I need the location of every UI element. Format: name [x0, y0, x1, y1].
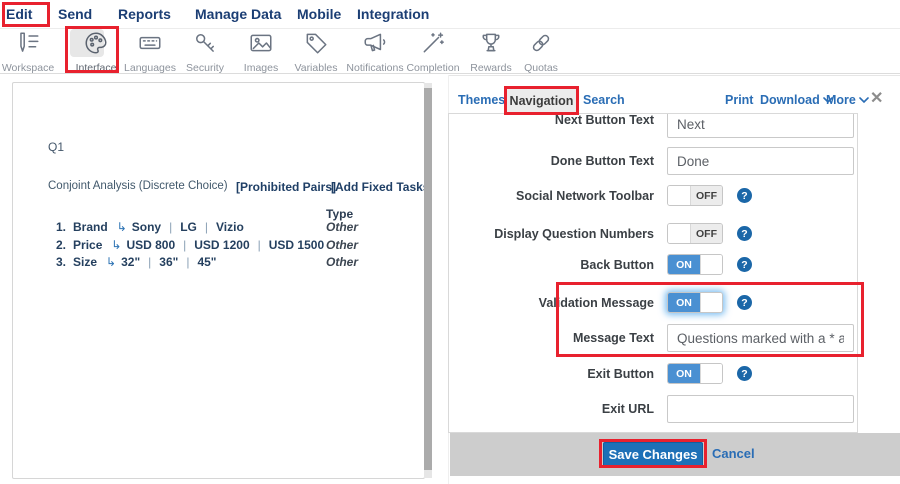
add-fixed-tasks-link[interactable]: [Add Fixed Tasks: [331, 180, 425, 194]
image-icon: [248, 30, 274, 56]
form-row: Exit Button ON ?: [449, 363, 857, 393]
row-type: Other: [326, 220, 358, 234]
question-code: Q1: [48, 140, 64, 154]
more-link[interactable]: More: [826, 93, 869, 107]
field-label: Display Question Numbers: [494, 227, 654, 241]
help-icon[interactable]: ?: [737, 295, 752, 310]
attribute-row: 1.Brand↳Sony|LG|Vizio: [56, 220, 244, 234]
form-row: Back Button ON ?: [449, 254, 857, 284]
field-label: Done Button Text: [551, 154, 654, 168]
branch-arrow-icon: ↳: [106, 255, 116, 269]
field-label: Back Button: [580, 258, 654, 272]
chain-icon: [528, 30, 554, 56]
toolbar-divider: [0, 73, 900, 74]
type-column-header: Type: [326, 207, 353, 221]
scrollbar-thumb[interactable]: [424, 88, 432, 470]
tab-navigation[interactable]: Navigation: [507, 89, 576, 113]
tab-themes[interactable]: Themes: [458, 93, 505, 107]
survey-preview-panel: Q1 Conjoint Analysis (Discrete Choice) […: [12, 82, 425, 479]
exit-button-toggle[interactable]: ON: [667, 363, 723, 384]
palette-icon: [83, 30, 109, 56]
next-button-text-input[interactable]: [667, 113, 854, 138]
exit-url-input[interactable]: [667, 395, 854, 423]
nav-item-edit[interactable]: Edit: [6, 6, 32, 27]
help-icon[interactable]: ?: [737, 366, 752, 381]
field-label: Exit Button: [587, 367, 654, 381]
help-icon[interactable]: ?: [737, 226, 752, 241]
validation-message-toggle[interactable]: ON: [667, 292, 723, 313]
tab-search[interactable]: Search: [583, 93, 625, 107]
print-link[interactable]: Print: [725, 93, 753, 107]
branch-arrow-icon: ↳: [111, 238, 121, 252]
preview-scrollbar[interactable]: [424, 83, 432, 478]
form-row: Validation Message ON ?: [449, 292, 857, 322]
wand-icon: [420, 30, 446, 56]
cancel-button[interactable]: Cancel: [712, 446, 755, 461]
navigation-settings-form: Next Button Text Done Button Text Social…: [448, 113, 858, 433]
form-row: Display Question Numbers OFF ?: [449, 223, 857, 253]
nav-item-send[interactable]: Send: [58, 6, 92, 22]
trophy-icon: [478, 30, 504, 56]
workspace-icon: [15, 30, 41, 56]
nav-item-integration[interactable]: Integration: [357, 6, 429, 22]
keyboard-icon: [137, 30, 163, 56]
field-label: Validation Message: [539, 296, 654, 310]
save-changes-button[interactable]: Save Changes: [603, 442, 703, 467]
nav-item-mobile[interactable]: Mobile: [297, 6, 341, 22]
help-icon[interactable]: ?: [737, 257, 752, 272]
form-row: Exit URL: [449, 395, 857, 425]
chevron-down-icon: [859, 97, 869, 104]
field-label: Next Button Text: [555, 113, 654, 127]
social-network-toolbar-toggle[interactable]: OFF: [667, 185, 723, 206]
display-question-numbers-toggle[interactable]: OFF: [667, 223, 723, 244]
nav-divider: [0, 28, 900, 29]
nav-item-reports[interactable]: Reports: [118, 6, 171, 22]
back-button-toggle[interactable]: ON: [667, 254, 723, 275]
modal-footer: Save Changes Cancel: [450, 433, 900, 476]
modal-top-edge: [449, 75, 900, 76]
field-label: Exit URL: [602, 402, 654, 416]
form-row: Social Network Toolbar OFF ?: [449, 185, 857, 215]
row-type: Other: [326, 238, 358, 252]
download-link[interactable]: Download: [760, 93, 833, 107]
attribute-row: 3.Size↳32"|36"|45": [56, 255, 216, 269]
row-type: Other: [326, 255, 358, 269]
form-row: Next Button Text: [449, 113, 857, 140]
tag-icon: [303, 30, 329, 56]
form-row: Message Text: [449, 324, 857, 354]
question-title: Conjoint Analysis (Discrete Choice): [48, 180, 228, 192]
field-label: Social Network Toolbar: [516, 189, 654, 203]
form-row: Done Button Text: [449, 147, 857, 177]
attribute-row: 2.Price↳USD 800|USD 1200|USD 1500: [56, 238, 324, 252]
megaphone-icon: [362, 30, 388, 56]
toolbar-item-workspace[interactable]: Workspace: [0, 30, 64, 74]
key-icon: [192, 30, 218, 56]
toolbar-item-quotas[interactable]: Quotas: [505, 30, 577, 74]
field-label: Message Text: [573, 331, 654, 345]
message-text-input[interactable]: [667, 324, 854, 352]
close-icon[interactable]: ✕: [870, 88, 883, 108]
help-icon[interactable]: ?: [737, 188, 752, 203]
prohibited-pairs-link[interactable]: [Prohibited Pairs]: [236, 180, 336, 194]
branch-arrow-icon: ↳: [117, 220, 127, 234]
nav-item-manage-data[interactable]: Manage Data: [195, 6, 281, 22]
done-button-text-input[interactable]: [667, 147, 854, 175]
